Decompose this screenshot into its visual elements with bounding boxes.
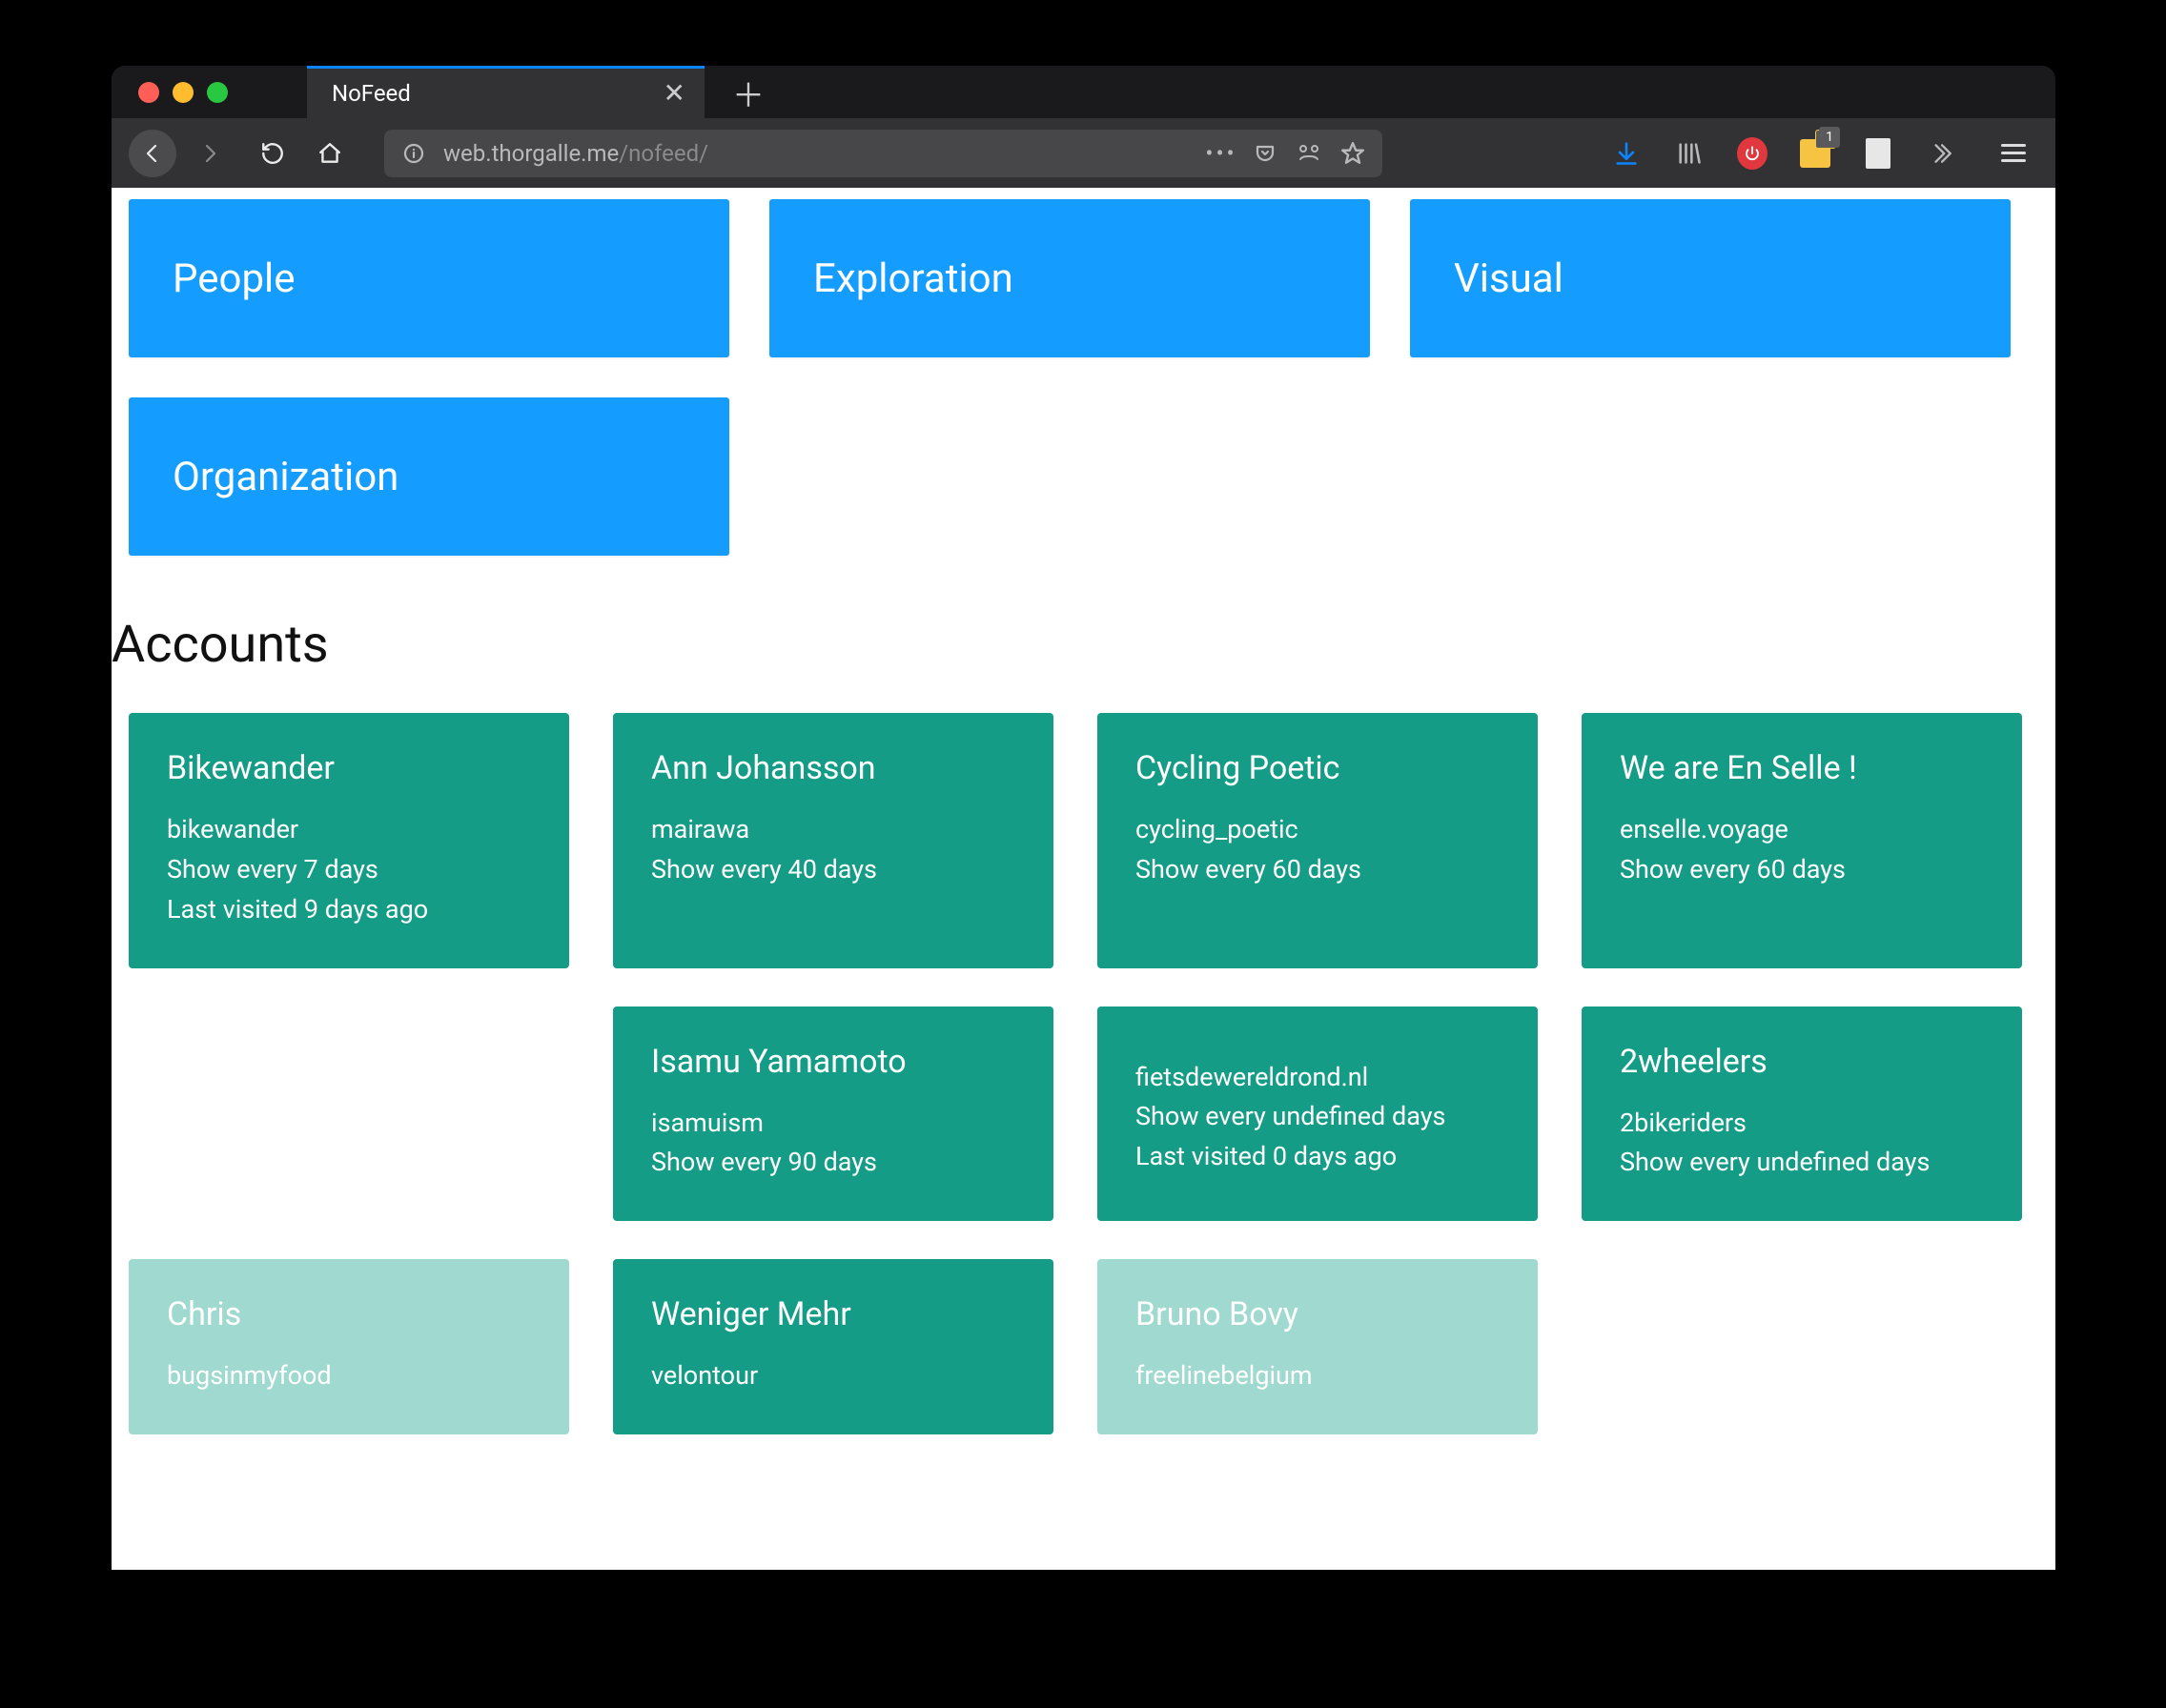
account-handle: mairawa xyxy=(651,810,1015,850)
menu-button[interactable] xyxy=(1998,138,2029,169)
library-icon[interactable] xyxy=(1674,138,1705,169)
account-name: 2wheelers xyxy=(1620,1043,1984,1081)
account-frequency: Show every 60 days xyxy=(1135,850,1500,890)
accounts-grid: BikewanderbikewanderShow every 7 daysLas… xyxy=(112,713,2055,1434)
account-name: Ann Johansson xyxy=(651,749,1015,787)
forward-button[interactable] xyxy=(186,130,234,177)
file-icon[interactable] xyxy=(1863,138,1893,169)
account-handle: cycling_poetic xyxy=(1135,810,1500,850)
home-button[interactable] xyxy=(306,130,354,177)
account-frequency: Show every undefined days xyxy=(1135,1097,1500,1137)
accounts-heading: Accounts xyxy=(112,615,2055,675)
account-handle: 2bikeriders xyxy=(1620,1104,1984,1144)
account-handle: velontour xyxy=(651,1356,1015,1396)
account-name: Bruno Bovy xyxy=(1135,1295,1500,1333)
account-name: We are En Selle ! xyxy=(1620,749,1984,787)
url-text: web.thorgalle.me/nofeed/ xyxy=(443,140,1192,167)
account-name: Bikewander xyxy=(167,749,531,787)
account-name: Weniger Mehr xyxy=(651,1295,1015,1333)
back-button[interactable] xyxy=(129,130,176,177)
account-handle: enselle.voyage xyxy=(1620,810,1984,850)
downloads-icon[interactable] xyxy=(1611,138,1642,169)
page-content: People Exploration Visual Organization Acco… xyxy=(112,188,2055,1570)
extension-icon[interactable] xyxy=(1295,139,1323,168)
account-card[interactable]: 2wheelers 2bikeridersShow every undefined… xyxy=(1582,1006,2022,1222)
account-name: Cycling Poetic xyxy=(1135,749,1500,787)
account-handle: bikewander xyxy=(167,810,531,850)
account-handle: isamuism xyxy=(651,1104,1015,1144)
account-handle: bugsinmyfood xyxy=(167,1356,531,1396)
category-card[interactable]: Visual xyxy=(1410,199,2011,357)
account-card[interactable]: Bikewander bikewanderShow every 7 daysLas… xyxy=(129,713,569,968)
account-card[interactable]: Ann Johansson mairawaShow every 40 days xyxy=(613,713,1053,968)
folder-icon[interactable]: 1 xyxy=(1800,138,1830,169)
new-tab-button[interactable]: ＋ xyxy=(731,75,766,110)
account-handle: fietsdewereldrond.nl xyxy=(1135,1058,1500,1098)
close-tab-icon[interactable]: ✕ xyxy=(664,80,685,107)
toolbar: web.thorgalle.me/nofeed/ ••• xyxy=(112,118,2055,188)
account-card[interactable]: Chris bugsinmyfood xyxy=(129,1259,569,1434)
folder-badge: 1 xyxy=(1819,127,1840,148)
browser-window: NoFeed ✕ ＋ web. xyxy=(112,66,2055,1570)
account-frequency: Show every 40 days xyxy=(651,850,1015,890)
account-last-visited: Last visited 9 days ago xyxy=(167,890,531,930)
account-card[interactable]: We are En Selle ! enselle.voyageShow ever… xyxy=(1582,713,2022,968)
account-frequency: Show every 60 days xyxy=(1620,850,1984,890)
category-label: Exploration xyxy=(813,255,1013,302)
titlebar: NoFeed ✕ ＋ xyxy=(112,66,2055,118)
category-card[interactable]: People xyxy=(129,199,729,357)
category-grid: People Exploration Visual Organization xyxy=(112,188,2055,556)
close-window-button[interactable] xyxy=(138,82,159,103)
pocket-icon[interactable] xyxy=(1251,139,1279,168)
maximize-window-button[interactable] xyxy=(207,82,228,103)
account-handle: freelinebelgium xyxy=(1135,1356,1500,1396)
page-actions-icon[interactable]: ••• xyxy=(1207,139,1236,168)
account-card[interactable]: fietsdewereldrond.nlShow every undefined… xyxy=(1097,1006,1538,1222)
bookmark-icon[interactable] xyxy=(1338,139,1367,168)
category-label: Organization xyxy=(173,454,398,500)
account-card[interactable]: Isamu Yamamoto isamuismShow every 90 days xyxy=(613,1006,1053,1222)
account-name: Isamu Yamamoto xyxy=(651,1043,1015,1081)
category-label: People xyxy=(173,255,296,302)
url-host: web.thorgalle.me xyxy=(443,140,619,167)
overflow-icon[interactable] xyxy=(1926,138,1956,169)
account-last-visited: Last visited 0 days ago xyxy=(1135,1137,1500,1177)
account-card[interactable]: Bruno Bovy freelinebelgium xyxy=(1097,1259,1538,1434)
category-label: Visual xyxy=(1454,255,1563,302)
account-card[interactable]: Weniger Mehr velontour xyxy=(613,1259,1053,1434)
site-info-icon[interactable] xyxy=(399,139,428,168)
account-frequency: Show every undefined days xyxy=(1620,1143,1984,1183)
url-path: /nofeed/ xyxy=(619,140,708,167)
power-extension-icon[interactable] xyxy=(1737,138,1768,169)
category-card[interactable]: Exploration xyxy=(769,199,1370,357)
account-frequency: Show every 7 days xyxy=(167,850,531,890)
tab-title: NoFeed xyxy=(332,80,411,107)
account-card[interactable]: Cycling Poetic cycling_poeticShow every 6… xyxy=(1097,713,1538,968)
window-controls xyxy=(112,82,228,103)
account-frequency: Show every 90 days xyxy=(651,1143,1015,1183)
minimize-window-button[interactable] xyxy=(173,82,194,103)
browser-tab[interactable]: NoFeed ✕ xyxy=(307,66,705,118)
reload-button[interactable] xyxy=(249,130,296,177)
category-card[interactable]: Organization xyxy=(129,397,729,556)
account-name: Chris xyxy=(167,1295,531,1333)
address-bar[interactable]: web.thorgalle.me/nofeed/ ••• xyxy=(384,130,1382,177)
